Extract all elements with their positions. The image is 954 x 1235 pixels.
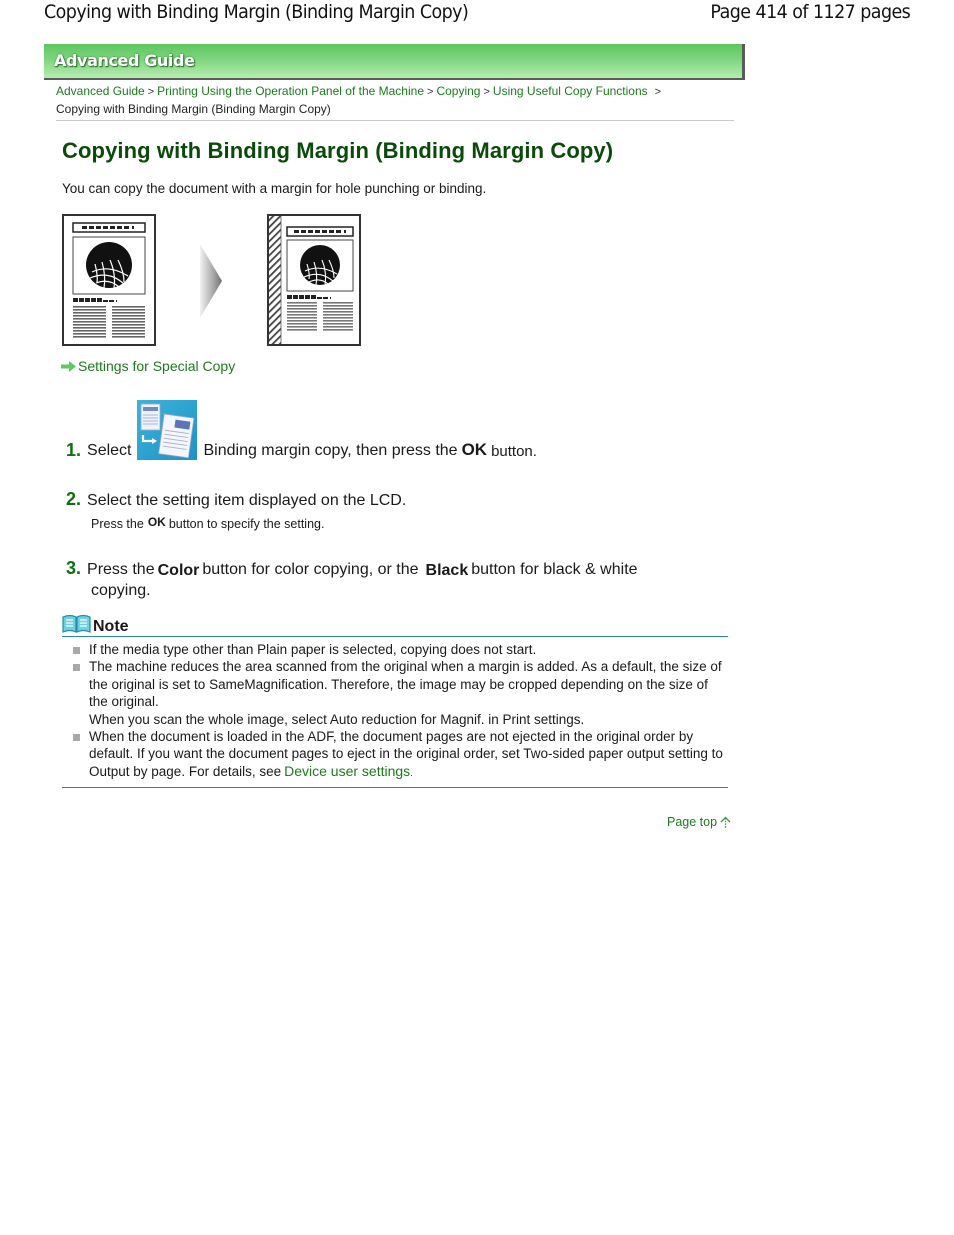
settings-for-special-copy-link[interactable]: Settings for Special Copy <box>61 358 235 374</box>
ok-key-label: OK <box>147 515 166 529</box>
step-text: button for color copying, or the <box>202 561 419 578</box>
breadcrumb-link-advanced-guide[interactable]: Advanced Guide <box>56 84 145 98</box>
page-top-label: Page top <box>667 815 718 829</box>
step-detail-text: Press the <box>91 517 144 531</box>
breadcrumb-separator: > <box>147 86 155 98</box>
document-with-binding-margin-icon <box>267 214 361 346</box>
black-key-label: Black <box>425 562 469 579</box>
page-count: Page 414 of 1127 pages <box>710 1 910 23</box>
step-text: Select <box>87 442 132 459</box>
advanced-guide-banner: Advanced Guide <box>44 44 745 80</box>
document-title: Copying with Binding Margin (Binding Mar… <box>44 1 469 23</box>
color-key-label: Color <box>157 562 200 579</box>
device-user-settings-link[interactable]: Device user settings <box>284 763 410 779</box>
breadcrumb-link-useful-copy-functions[interactable]: Using Useful Copy Functions <box>493 84 648 98</box>
banner-title: Advanced Guide <box>54 51 195 70</box>
related-link-label: Settings for Special Copy <box>78 358 236 374</box>
arrow-up-icon <box>720 816 731 828</box>
arrow-right-icon <box>61 360 76 372</box>
step-text: button for black & white <box>471 561 638 578</box>
step-number: 1. <box>66 440 82 460</box>
step-text: Press the <box>87 561 155 578</box>
book-icon <box>62 614 91 633</box>
intro-text: You can copy the document with a margin … <box>62 181 487 196</box>
step-3: 3. Press the Color button for color copying… <box>66 558 706 601</box>
note-item: When the document is loaded in the ADF, … <box>62 728 728 782</box>
print-header: Copying with Binding Margin (Binding Mar… <box>0 0 954 30</box>
ok-key-label: OK <box>461 440 488 459</box>
breadcrumb-separator: > <box>483 86 490 98</box>
note-item: If the media type other than Plain paper… <box>62 641 728 658</box>
step-text: button. <box>491 443 537 460</box>
note-item-text: . <box>410 767 413 778</box>
step-detail-text: button to specify the setting. <box>168 517 325 531</box>
breadcrumb-divider <box>56 120 734 121</box>
square-bullet-icon <box>73 647 80 654</box>
square-bullet-icon <box>73 664 80 672</box>
note-item-text: The machine reduces the area scanned fro… <box>89 659 722 710</box>
note-item-text: If the media type other than Plain paper… <box>89 642 537 657</box>
step-number: 2. <box>66 489 82 509</box>
breadcrumb-current: Copying with Binding Margin (Binding Mar… <box>56 102 331 116</box>
square-bullet-icon <box>73 734 80 742</box>
page-title: Copying with Binding Margin (Binding Mar… <box>62 138 614 163</box>
step-number: 3. <box>66 558 82 578</box>
note-title: Note <box>93 618 129 635</box>
breadcrumb: Advanced Guide > Printing Using the Operat… <box>56 83 736 118</box>
note-item-text: When you scan the whole image, select Au… <box>89 711 585 727</box>
breadcrumb-link-copying[interactable]: Copying <box>436 84 480 98</box>
note-list: If the media type other than Plain paper… <box>62 641 728 782</box>
breadcrumb-separator: > <box>654 86 662 98</box>
breadcrumb-link-printing-operation-panel[interactable]: Printing Using the Operation Panel of th… <box>157 84 424 98</box>
page-top-link[interactable]: Page top <box>667 815 731 829</box>
step-2: 2. Select the setting item displayed on t… <box>66 489 406 510</box>
step-text: Binding margin copy, then press the <box>203 442 458 459</box>
original-document-icon <box>62 214 156 346</box>
note-divider-top <box>62 636 728 637</box>
note-divider-bottom <box>62 787 728 788</box>
note-item: The machine reduces the area scanned fro… <box>62 658 728 728</box>
step-2-detail: Press the OK button to specify the setting… <box>91 515 325 531</box>
step-text: copying. <box>91 582 151 599</box>
transform-arrow-icon <box>200 244 222 318</box>
note-header: Note <box>62 612 129 636</box>
binding-margin-copy-icon <box>137 400 198 460</box>
step-text: Select the setting item displayed on the… <box>87 492 407 509</box>
breadcrumb-separator: > <box>427 86 434 98</box>
